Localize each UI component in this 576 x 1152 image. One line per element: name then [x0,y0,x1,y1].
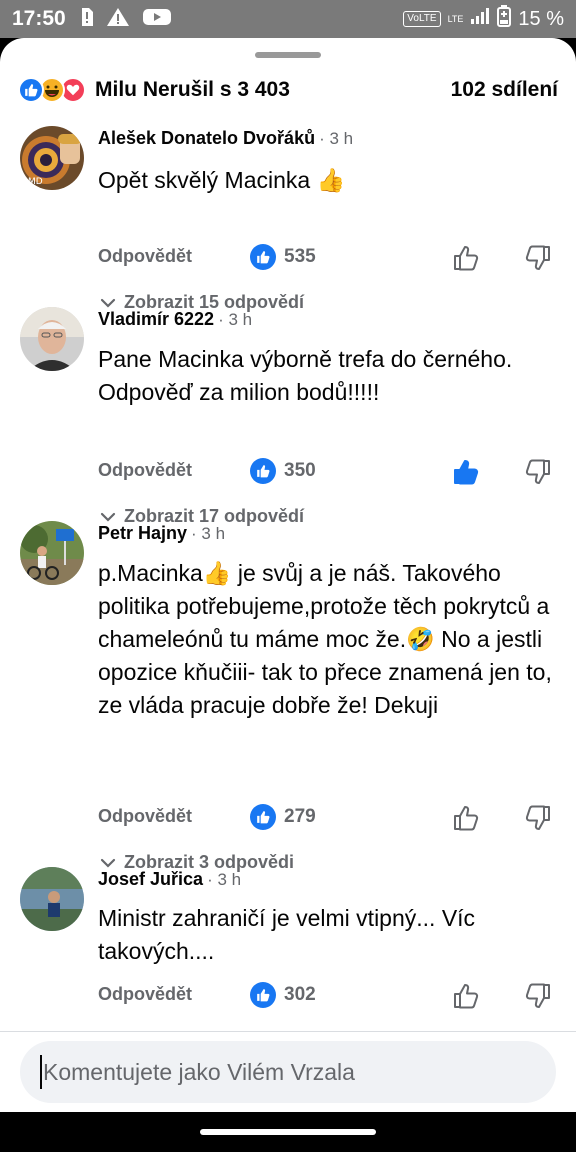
thumb-down-icon[interactable] [524,804,552,832]
text-caret [40,1055,42,1089]
like-count-value: 279 [284,806,316,827]
like-bubble-icon [250,458,276,484]
comment-author[interactable]: Vladimír 6222 [98,309,214,329]
comment-actions: Odpovědět 350 [98,456,558,488]
like-count[interactable]: 535 [250,244,316,270]
battery-icon [497,5,512,33]
lte-label: LTE [447,13,464,24]
thumb-down-icon[interactable] [524,458,552,486]
avatar[interactable] [20,867,84,931]
warning-icon [106,7,130,32]
status-bar: 17:50 VoLTE LTE 15 % [0,0,576,38]
comments-sheet: Milu Nerušil s 3 403 102 sdílení MD Aleš… [0,38,576,1112]
comment-author[interactable]: Alešek Donatelo Dvořáků [98,128,315,148]
reply-button[interactable]: Odpovědět [98,246,192,267]
comment-item: Josef Juřica · 3 h Ministr zahraničí je v… [0,867,576,1017]
comment-item: Vladimír 6222 · 3 h Pane Macinka výborně … [0,307,576,526]
comment-text: Pane Macinka výborně trefa do černého. O… [98,346,513,405]
reaction-icons [18,77,86,103]
shares-count[interactable]: 102 sdílení [451,78,558,102]
youtube-icon [142,7,172,32]
comment-author[interactable]: Petr Hajny [98,523,187,543]
comment-text: p.Macinka👍 je svůj a je náš. Takového po… [98,560,552,718]
comment-text: Ministr zahraničí je velmi vtipný... Víc… [98,905,476,964]
reply-button[interactable]: Odpovědět [98,984,192,1005]
status-time: 17:50 [12,7,66,30]
avatar[interactable]: MD [20,126,84,190]
thumb-up-icon[interactable] [452,804,480,832]
comment-header: Josef Juřica · 3 h [98,869,241,890]
comment-time: · 3 h [218,310,253,329]
comment-header: Vladimír 6222 · 3 h [98,309,252,330]
comment-item: Petr Hajny · 3 h p.Macinka👍 je svůj a je … [0,521,576,872]
like-bubble-icon [250,244,276,270]
like-count[interactable]: 279 [250,804,316,830]
comment-time: · 3 h [319,129,354,148]
thumb-up-icon[interactable] [452,244,480,272]
comment-item: MD Alešek Donatelo Dvořáků · 3 h Opět skv… [0,126,576,312]
reply-button[interactable]: Odpovědět [98,806,192,827]
comment-time: · 3 h [191,524,226,543]
home-gesture-handle[interactable] [200,1129,376,1135]
like-bubble-icon [250,804,276,830]
like-count[interactable]: 350 [250,458,316,484]
comment-actions: Odpovědět 279 [98,802,558,834]
reactions-summary-row[interactable]: Milu Nerušil s 3 403 102 sdílení [18,74,558,106]
comment-author[interactable]: Josef Juřica [98,869,203,889]
signal-icon [470,7,490,31]
comment-actions: Odpovědět 535 [98,242,558,274]
volte-badge: VoLTE [403,11,441,27]
like-bubble-icon [250,982,276,1008]
comment-input[interactable]: Komentujete jako Vilém Vrzala [20,1041,556,1103]
comment-header: Petr Hajny · 3 h [98,523,225,544]
system-navigation-bar [0,1112,576,1152]
avatar[interactable] [20,521,84,585]
battery-percent: 15 % [518,7,564,30]
comment-header: Alešek Donatelo Dvořáků · 3 h [98,128,353,149]
avatar[interactable] [20,307,84,371]
like-count[interactable]: 302 [250,982,316,1008]
thumb-down-icon[interactable] [524,244,552,272]
comment-actions: Odpovědět 302 [98,980,558,1012]
reactions-count-text: Milu Nerušil s 3 403 [95,78,290,101]
reply-button[interactable]: Odpovědět [98,460,192,481]
svg-text:MD: MD [28,177,43,187]
comment-text: Opět skvělý Macinka 👍 [98,167,346,193]
like-icon [18,77,44,103]
like-count-value: 350 [284,460,316,481]
thumb-up-icon[interactable] [452,982,480,1010]
like-count-value: 535 [284,246,316,267]
composer-divider [0,1031,576,1032]
comment-input-placeholder: Komentujete jako Vilém Vrzala [43,1058,355,1085]
comment-time: · 3 h [207,870,242,889]
thumb-up-icon-active[interactable] [452,458,480,486]
like-count-value: 302 [284,984,316,1005]
sheet-drag-handle[interactable] [255,52,321,58]
sim-alert-icon [80,7,94,32]
thumb-down-icon[interactable] [524,982,552,1010]
